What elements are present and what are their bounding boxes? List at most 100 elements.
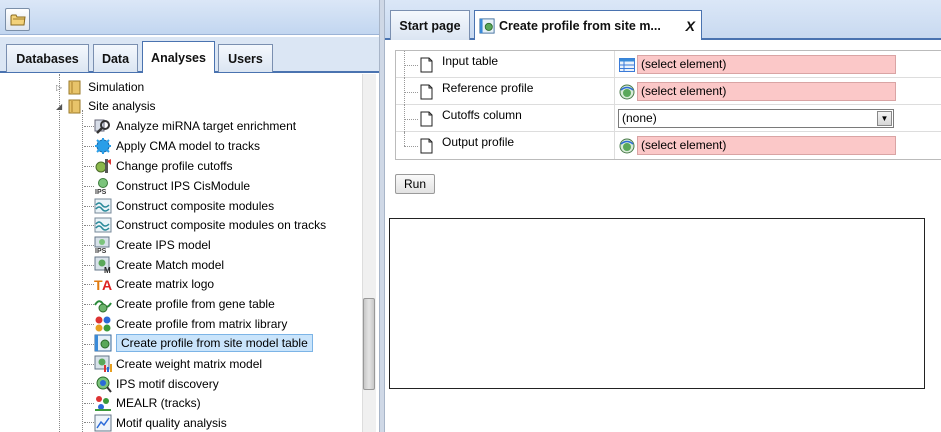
tree-item-create-match-model[interactable]: M Create Match model [94,255,224,275]
param-row-reference-profile: Reference profile (select element) [396,78,941,105]
tree-label: Apply CMA model to tracks [116,139,261,153]
tree-item-motif-quality[interactable]: Motif quality analysis [94,413,227,432]
tree-item-create-profile-site-model-table[interactable]: Create profile from site model table [94,333,313,353]
param-label: Reference profile [442,81,534,95]
document-icon [420,57,433,76]
run-button[interactable]: Run [395,174,435,194]
ips-icon: IPS [94,236,112,254]
open-folder-button[interactable] [5,8,30,31]
tab-data[interactable]: Data [93,44,138,72]
tree-item-create-matrix-logo[interactable]: TA Create matrix logo [94,274,214,294]
output-profile-picker[interactable]: (select element) [618,136,896,155]
folder-icon [66,78,84,96]
param-row-output-profile: Output profile (select element) [396,132,941,159]
tree-label: Construct composite modules [116,199,275,213]
magnifier-icon [94,117,112,135]
tree-item-mealr-tracks[interactable]: MEALR (tracks) [94,393,201,413]
collapse-arrow-icon[interactable]: ◢ [56,102,62,111]
matrix-library-icon [94,315,112,333]
reference-profile-value[interactable]: (select element) [637,82,896,101]
svg-text:IPS: IPS [95,248,107,254]
folder-icon [10,14,26,26]
document-icon [420,84,433,103]
param-label: Input table [442,54,499,68]
match-icon: M [94,256,112,274]
tree-label: Create weight matrix model [116,357,263,371]
table-profile-icon [479,17,495,34]
tree-item-construct-composite[interactable]: Construct composite modules [94,196,274,216]
profile-icon [618,83,636,101]
table-profile-icon [94,334,112,352]
tree-folder-simulation[interactable]: ▷ Simulation [56,77,144,97]
tab-start-page[interactable]: Start page [390,10,470,40]
parameters-form: Input table (select element) Reference p… [395,50,941,160]
tab-label: Create profile from site m... [499,18,661,33]
wave-icon [94,197,112,215]
input-table-value[interactable]: (select element) [637,55,896,74]
cutoffs-column-select[interactable]: (none) ▼ [618,109,894,128]
tree-item-change-cutoffs[interactable]: Change profile cutoffs [94,156,233,176]
param-row-cutoffs-column: Cutoffs column (none) ▼ [396,105,941,132]
input-table-picker[interactable]: (select element) [618,55,896,74]
tree-label: Simulation [88,80,145,94]
param-label: Output profile [442,135,515,149]
reference-profile-picker[interactable]: (select element) [618,82,896,101]
profile-icon [618,137,636,155]
tree-item-create-profile-gene-table[interactable]: Create profile from gene table [94,294,275,314]
tree-label: Create profile from site model table [116,334,313,352]
right-panel: Start page Create profile from site m...… [385,0,941,432]
tree-item-analyze-mirna[interactable]: Analyze miRNA target enrichment [94,116,296,136]
tree-label: Create Match model [116,258,225,272]
weight-matrix-icon [94,355,112,373]
tree-item-create-profile-matrix-library[interactable]: Create profile from matrix library [94,314,287,334]
tree-label: Analyze miRNA target enrichment [116,119,297,133]
chart-icon [94,414,112,432]
document-tab-bar: Start page Create profile from site m...… [385,0,941,40]
dropdown-arrow-icon[interactable]: ▼ [877,111,892,126]
analyses-tree: ▷ Simulation ◢ Site analysis Analyze miR… [0,74,362,432]
tree-label: Create profile from gene table [116,297,275,311]
tree-label: Create IPS model [116,238,211,252]
tree-item-construct-composite-tracks[interactable]: Construct composite modules on tracks [94,215,326,235]
tree-scrollbar-thumb[interactable] [363,298,375,390]
table-icon [618,56,636,74]
gear-icon [94,137,112,155]
expand-arrow-icon[interactable]: ▷ [56,83,62,92]
select-value: (none) [622,111,657,125]
tree-label: Change profile cutoffs [116,159,233,173]
tree-item-create-ips-model[interactable]: IPS Create IPS model [94,235,211,255]
ips-icon: IPS [94,177,112,195]
left-tab-bar: Databases Data Analyses Users [0,37,379,73]
document-icon [420,138,433,157]
tree-label: Construct composite modules on tracks [116,218,327,232]
folder-open-icon [66,97,84,115]
tree-label: Construct IPS CisModule [116,179,251,193]
output-profile-value[interactable]: (select element) [637,136,896,155]
param-row-input-table: Input table (select element) [396,51,941,78]
motif-icon [94,375,112,393]
tab-users[interactable]: Users [218,44,273,72]
tree-label: MEALR (tracks) [116,396,201,410]
tree-item-create-weight-matrix[interactable]: Create weight matrix model [94,354,262,374]
tree-item-construct-ips-cismodule[interactable]: IPS Construct IPS CisModule [94,176,250,196]
svg-text:M: M [104,266,111,274]
svg-text:IPS: IPS [95,189,107,195]
tree-label: Motif quality analysis [116,416,227,430]
tree-label: Create profile from matrix library [116,317,288,331]
logo-icon: TA [94,275,112,293]
wave-icon [94,216,112,234]
close-tab-button[interactable]: X [686,18,695,34]
tree-item-apply-cma[interactable]: Apply CMA model to tracks [94,136,260,156]
document-icon [420,111,433,130]
tree-label: Site analysis [88,99,156,113]
tree-item-ips-motif-discovery[interactable]: IPS motif discovery [94,374,219,394]
left-toolbar [0,0,379,35]
tab-databases[interactable]: Databases [6,44,89,72]
tab-analyses[interactable]: Analyses [142,41,215,73]
param-label: Cutoffs column [442,108,522,122]
output-log-area[interactable] [389,218,925,389]
tree-label: IPS motif discovery [116,377,219,391]
tree-label: Create matrix logo [116,277,215,291]
tree-folder-site-analysis[interactable]: ◢ Site analysis [56,96,156,116]
tab-create-profile[interactable]: Create profile from site m... X [474,10,702,40]
